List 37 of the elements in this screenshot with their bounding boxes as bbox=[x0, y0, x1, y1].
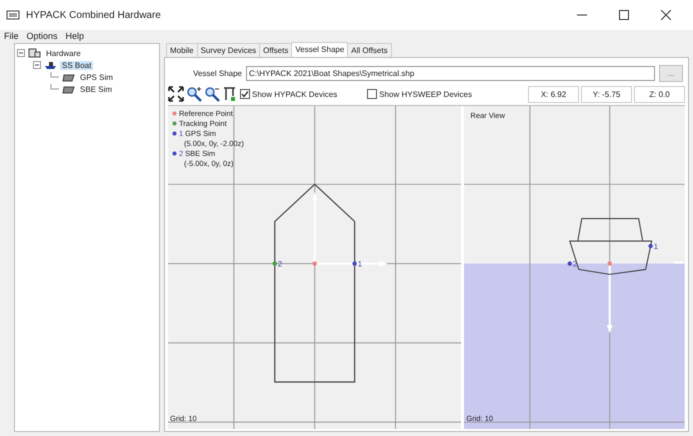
window-title: HYPACK Combined Hardware bbox=[26, 10, 162, 20]
checkbox-label: Show HYSWEEP Devices bbox=[379, 90, 472, 98]
tab[interactable]: All Offsets bbox=[347, 43, 392, 57]
collapse-icon[interactable] bbox=[33, 61, 41, 69]
reference-point bbox=[608, 261, 612, 266]
filter-icon[interactable] bbox=[222, 86, 238, 102]
menu-item[interactable]: File bbox=[4, 30, 19, 40]
checkbox[interactable] bbox=[367, 89, 378, 99]
file-path-field[interactable]: C:\HYPACK 2021\Boat Shapes\Symetrical.shp bbox=[246, 66, 655, 80]
checkbox-label: Show HYPACK Devices bbox=[252, 90, 338, 98]
boat-icon bbox=[44, 60, 57, 70]
tree-item[interactable]: SBE Sim bbox=[78, 84, 114, 94]
zoom-out-icon[interactable] bbox=[204, 86, 220, 102]
browse-button[interactable]: ... bbox=[659, 64, 683, 82]
checkbox[interactable] bbox=[240, 89, 250, 99]
coordinate-readout: X: 6.92 bbox=[528, 86, 579, 102]
tab[interactable]: Survey Devices bbox=[196, 43, 260, 57]
tree-item[interactable]: Hardware bbox=[44, 48, 83, 58]
app-icon bbox=[6, 10, 20, 20]
collapse-icon[interactable] bbox=[17, 49, 25, 57]
close-icon[interactable] bbox=[661, 10, 671, 20]
tree-item[interactable]: GPS Sim bbox=[78, 72, 115, 82]
coordinate-readout: Y: -5.75 bbox=[581, 86, 632, 102]
tab[interactable]: Vessel Shape bbox=[291, 42, 348, 57]
tree-item[interactable]: SS Boat bbox=[60, 60, 94, 70]
zoom-in-icon[interactable] bbox=[186, 86, 202, 102]
device-icon bbox=[62, 72, 75, 82]
device-icon bbox=[62, 84, 75, 94]
menu-item[interactable]: Help bbox=[66, 30, 84, 40]
coordinate-readout: Z: 0.0 bbox=[634, 86, 685, 102]
tab[interactable]: Mobile bbox=[166, 43, 198, 57]
field-label: Vessel Shape bbox=[192, 68, 242, 78]
fit-icon[interactable] bbox=[168, 86, 184, 102]
hardware-icon bbox=[28, 48, 41, 58]
reference-point bbox=[312, 261, 317, 266]
maximize-icon[interactable] bbox=[619, 10, 629, 20]
menu-item[interactable]: Options bbox=[26, 30, 58, 40]
